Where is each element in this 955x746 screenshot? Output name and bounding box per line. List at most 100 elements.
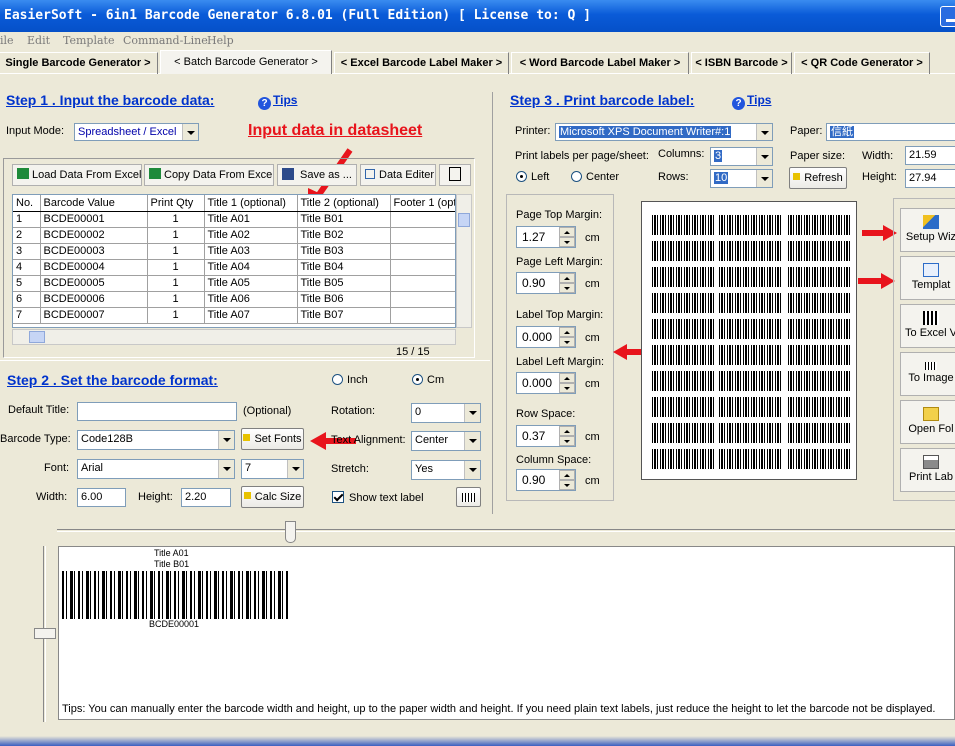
rows-select[interactable]: 10 xyxy=(710,169,773,188)
unit-cm-radio[interactable]: Cm xyxy=(412,374,444,386)
grid-cell[interactable]: 1 xyxy=(13,211,41,228)
grid-cell[interactable]: Title A01 xyxy=(204,211,298,228)
grid-cell[interactable]: 2 xyxy=(13,227,41,244)
tab-excel-label[interactable]: < Excel Barcode Label Maker > xyxy=(334,52,509,74)
grid-cell[interactable]: 1 xyxy=(147,243,205,260)
grid-cell[interactable]: Title B01 xyxy=(297,211,391,228)
rotation-select[interactable]: 0 xyxy=(411,403,481,423)
spin-up-icon[interactable] xyxy=(559,273,575,283)
horizontal-slider-track[interactable] xyxy=(57,529,955,532)
grid-cell[interactable]: BCDE00007 xyxy=(40,307,148,324)
grid-cell[interactable] xyxy=(390,211,455,228)
calc-size-button[interactable]: Calc Size xyxy=(241,486,304,508)
grid-cell[interactable]: Title B02 xyxy=(297,227,391,244)
save-as-button[interactable]: Save as ... xyxy=(277,164,357,186)
grid-cell[interactable]: Title A07 xyxy=(204,307,298,324)
page-top-margin-spinner[interactable]: 1.27 xyxy=(516,226,576,248)
tab-batch-barcode[interactable]: < Batch Barcode Generator > xyxy=(160,50,332,74)
grid-cell[interactable]: Title B07 xyxy=(297,307,391,324)
table-row[interactable]: 1 BCDE00001 1 Title A01 Title B01 xyxy=(13,211,455,228)
spin-down-icon[interactable] xyxy=(559,383,575,393)
page-left-margin-spinner[interactable]: 0.90 xyxy=(516,272,576,294)
grid-cell[interactable]: Title A06 xyxy=(204,291,298,308)
input-mode-select[interactable]: Spreadsheet / Excel xyxy=(74,123,199,141)
grid-cell[interactable]: 5 xyxy=(13,275,41,292)
show-text-checkbox[interactable]: Show text label xyxy=(332,491,424,504)
default-title-input[interactable] xyxy=(77,402,237,421)
spin-up-icon[interactable] xyxy=(559,327,575,337)
label-left-margin-spinner[interactable]: 0.000 xyxy=(516,372,576,394)
tab-qr-code[interactable]: < QR Code Generator > xyxy=(794,52,930,74)
grid-cell[interactable]: 1 xyxy=(147,211,205,228)
spin-up-icon[interactable] xyxy=(559,426,575,436)
grid-cell[interactable] xyxy=(390,259,455,276)
grid-cell[interactable]: 1 xyxy=(147,275,205,292)
template-button[interactable]: Templat xyxy=(900,256,955,300)
step3-tips-link[interactable]: ? Tips xyxy=(732,93,771,110)
font-size-select[interactable]: 7 xyxy=(241,459,304,479)
notes-button[interactable] xyxy=(439,164,471,186)
grid-cell[interactable]: Title A02 xyxy=(204,227,298,244)
font-select[interactable]: Arial xyxy=(77,459,235,479)
grid-cell[interactable]: BCDE00004 xyxy=(40,259,148,276)
grid-cell[interactable]: Title A03 xyxy=(204,243,298,260)
spin-up-icon[interactable] xyxy=(559,373,575,383)
grid-cell[interactable]: BCDE00005 xyxy=(40,275,148,292)
grid-cell[interactable]: Title B05 xyxy=(297,275,391,292)
grid-cell[interactable]: BCDE00003 xyxy=(40,243,148,260)
grid-cell[interactable] xyxy=(390,227,455,244)
grid-cell[interactable] xyxy=(390,243,455,260)
spin-up-icon[interactable] xyxy=(559,227,575,237)
menu-edit[interactable]: Edit xyxy=(27,32,50,50)
open-folder-button[interactable]: Open Fol xyxy=(900,400,955,444)
grid-vertical-scrollbar[interactable] xyxy=(456,194,472,328)
spin-down-icon[interactable] xyxy=(559,237,575,247)
stretch-select[interactable]: Yes xyxy=(411,460,481,480)
grid-cell[interactable]: Title B04 xyxy=(297,259,391,276)
tab-isbn[interactable]: < ISBN Barcode > xyxy=(691,52,792,74)
table-row[interactable]: 2 BCDE00002 1 Title A02 Title B02 xyxy=(13,227,455,244)
copy-excel-button[interactable]: Copy Data From Excel xyxy=(144,164,274,186)
minimize-button[interactable] xyxy=(940,6,955,27)
grid-cell[interactable] xyxy=(390,291,455,308)
print-label-button[interactable]: Print Lab xyxy=(900,448,955,492)
to-image-button[interactable]: To Image xyxy=(900,352,955,396)
tab-single-barcode[interactable]: Single Barcode Generator > xyxy=(0,52,158,74)
set-fonts-button[interactable]: Set Fonts xyxy=(241,428,304,450)
spin-down-icon[interactable] xyxy=(559,337,575,347)
menu-template[interactable]: Template xyxy=(63,32,114,50)
width-input[interactable]: 6.00 xyxy=(77,488,126,507)
unit-inch-radio[interactable]: Inch xyxy=(332,374,368,386)
grid-cell[interactable]: 1 xyxy=(147,227,205,244)
grid-horizontal-scrollbar[interactable] xyxy=(12,329,456,345)
grid-cell[interactable]: 1 xyxy=(147,259,205,276)
grid-cell[interactable]: BCDE00006 xyxy=(40,291,148,308)
align-left-radio[interactable]: Left xyxy=(516,171,549,183)
setup-wizard-button[interactable]: Setup Wiz xyxy=(900,208,955,252)
column-space-spinner[interactable]: 0.90 xyxy=(516,469,576,491)
grid-cell[interactable]: 1 xyxy=(147,291,205,308)
vertical-slider-thumb[interactable] xyxy=(34,628,56,639)
grid-cell[interactable]: Title B06 xyxy=(297,291,391,308)
menu-file[interactable]: ile xyxy=(0,32,14,50)
refresh-button[interactable]: Refresh xyxy=(789,167,847,189)
grid-cell[interactable]: Title A04 xyxy=(204,259,298,276)
table-row[interactable]: 4 BCDE00004 1 Title A04 Title B04 xyxy=(13,259,455,276)
tab-word-label[interactable]: < Word Barcode Label Maker > xyxy=(511,52,689,74)
table-row[interactable]: 7 BCDE00007 1 Title A07 Title B07 xyxy=(13,307,455,324)
text-alignment-select[interactable]: Center xyxy=(411,431,481,451)
paper-select[interactable]: 信紙 xyxy=(826,123,955,141)
grid-cell[interactable] xyxy=(390,275,455,292)
height-input[interactable]: 2.20 xyxy=(181,488,231,507)
grid-cell[interactable] xyxy=(390,307,455,324)
printer-select[interactable]: Microsoft XPS Document Writer#:1 xyxy=(555,123,773,141)
columns-select[interactable]: 3 xyxy=(710,147,773,166)
data-grid[interactable]: No. Barcode Value Print Qty Title 1 (option… xyxy=(12,194,456,328)
table-row[interactable]: 5 BCDE00005 1 Title A05 Title B05 xyxy=(13,275,455,292)
paper-height-input[interactable]: 27.94 xyxy=(905,169,955,188)
spin-down-icon[interactable] xyxy=(559,436,575,446)
grid-cell[interactable]: BCDE00002 xyxy=(40,227,148,244)
scroll-thumb[interactable] xyxy=(458,213,470,227)
grid-cell[interactable]: 1 xyxy=(147,307,205,324)
align-center-radio[interactable]: Center xyxy=(571,171,619,183)
